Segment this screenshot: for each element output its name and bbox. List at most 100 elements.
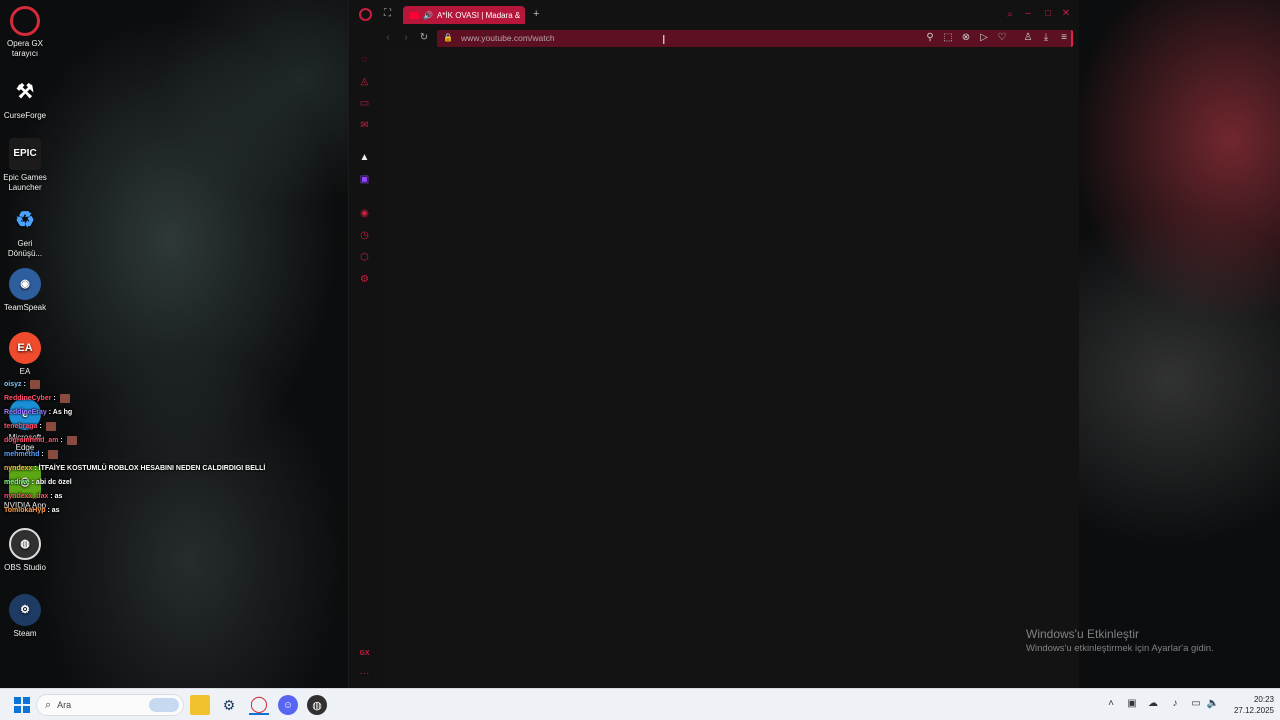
chat-separator: : <box>37 423 44 430</box>
chat-separator: : <box>51 395 58 402</box>
watermark-title: Windows'u Etkinleştir <box>1026 627 1139 641</box>
obs-desktop-icon[interactable]: ◍ OBS Studio <box>0 528 50 573</box>
chat-message: nyndexx_dax : as <box>4 490 304 504</box>
chat-username: mediwe <box>4 479 30 486</box>
opera-gx-desktop-icon[interactable]: Opera GX tarayıcı <box>0 6 50 59</box>
chat-message: dogramhmd_am : <box>4 434 304 448</box>
adblock-icon[interactable]: ⊗ <box>959 32 973 44</box>
close-icon[interactable]: ✕ <box>1059 8 1073 20</box>
extensions-icon[interactable]: ⬡ <box>359 252 370 263</box>
obs-icon: ◍ <box>9 528 41 560</box>
tab-bar: ⛶ 🔊 A*İK OVASI | Madara & + ⌕ – □ ✕ <box>349 0 1079 28</box>
minimize-icon[interactable]: – <box>1021 8 1035 20</box>
settings-icon[interactable]: ⚙ <box>359 274 370 285</box>
history-icon[interactable]: ◷ <box>359 230 370 241</box>
curseforge-icon: ⚒ <box>16 81 34 103</box>
gx-corner-icon[interactable]: ◬ <box>359 76 370 87</box>
file-explorer-icon[interactable] <box>190 695 210 715</box>
discord-taskbar-icon[interactable]: ☺ <box>278 695 298 715</box>
chat-message: mehmethd : <box>4 448 304 462</box>
curseforge-desktop-icon[interactable]: ⚒ CurseForge <box>0 76 50 121</box>
emote-icon <box>66 435 77 445</box>
chat-username: oisyz <box>4 381 22 388</box>
new-tab-icon[interactable]: + <box>533 8 539 20</box>
teamspeak-desktop-icon[interactable]: ◉ TeamSpeak <box>0 268 50 313</box>
steam-taskbar-icon[interactable]: ⚙ <box>219 695 239 715</box>
desktop-icon-label: Epic Games Launcher <box>3 173 47 192</box>
chat-username: ReddineEray <box>4 409 47 416</box>
forward-icon[interactable]: › <box>399 32 413 44</box>
player-sidebar-icon[interactable]: ◉ <box>359 208 370 219</box>
search-icon[interactable]: ⌕ <box>1003 9 1017 21</box>
desktop-icon-label: CurseForge <box>3 111 47 120</box>
bookmark-heart-icon[interactable]: ♡ <box>995 32 1009 44</box>
chat-username: TomiokaHyp <box>4 507 46 514</box>
more-icon[interactable]: ··· <box>359 668 370 679</box>
chat-username: nyndexx_dax <box>4 493 49 500</box>
tray-cloud-icon[interactable]: ☁ <box>1146 698 1160 709</box>
volume-icon[interactable]: 🔈 <box>1206 698 1220 709</box>
gmail-icon[interactable]: ✉ <box>359 120 370 131</box>
chat-username: tenebraga <box>4 423 38 430</box>
obs-taskbar-icon[interactable]: ◍ <box>307 695 327 715</box>
ea-icon: EA <box>9 332 41 364</box>
epic-games-icon: EPIC <box>9 138 41 170</box>
chat-message: tenebraga : <box>4 420 304 434</box>
chat-separator: : <box>58 437 65 444</box>
search-highlight-icon <box>149 698 179 712</box>
back-icon[interactable]: ‹ <box>381 32 395 44</box>
gx-control-icon[interactable]: ◌ <box>359 54 370 65</box>
snapshot-icon[interactable]: ⬚ <box>941 32 955 44</box>
url-text: www.youtube.com/watch <box>461 33 555 43</box>
chat-separator: : <box>21 381 28 388</box>
chat-text: as <box>51 507 60 514</box>
watermark-subtitle: Windows'u etkinleştirmek için Ayarlar'a … <box>1026 643 1214 654</box>
tray-app-icon[interactable]: ▣ <box>1125 698 1139 709</box>
chat-text: abi dc özel <box>35 479 72 486</box>
tab-active[interactable]: 🔊 A*İK OVASI | Madara & <box>403 6 525 24</box>
desktop-icon-label: Opera GX tarayıcı <box>6 39 43 58</box>
epic-games-desktop-icon[interactable]: EPIC Epic Games Launcher <box>0 138 50 193</box>
desktop-icon-label: Geri Dönüşü... <box>7 239 43 258</box>
steam-icon: ⚙ <box>9 594 41 626</box>
system-clock[interactable]: 20:23 27.12.2025 <box>1234 694 1274 716</box>
ea-desktop-icon[interactable]: EA EA <box>0 332 50 377</box>
start-button[interactable] <box>12 695 32 715</box>
chat-separator: : <box>39 451 46 458</box>
opera-gx-menu-icon[interactable] <box>359 8 372 21</box>
page-content[interactable] <box>379 48 1079 688</box>
clock-date: 27.12.2025 <box>1233 706 1274 715</box>
messenger-icon[interactable]: ▭ <box>359 98 370 109</box>
recycle-bin-desktop-icon[interactable]: ♻ Geri Dönüşü... <box>0 204 50 259</box>
download-icon[interactable]: ⤓ <box>1039 32 1053 44</box>
easy-setup-icon[interactable]: ≡ <box>1057 32 1071 44</box>
address-bar[interactable]: 🔒 www.youtube.com/watch ⚲ ⬚ ⊗ ▷ ♡ ♙ ⤓ ≡ <box>437 30 1073 47</box>
emote-icon <box>59 393 70 403</box>
recycle-bin-icon: ♻ <box>15 207 35 232</box>
audio-icon: 🔊 <box>423 10 433 20</box>
maximize-icon[interactable]: □ <box>1041 8 1055 20</box>
network-icon[interactable]: ▭ <box>1189 698 1203 709</box>
profile-icon[interactable]: ♙ <box>1021 32 1035 44</box>
twitch-icon[interactable]: ▣ <box>359 174 370 185</box>
reload-icon[interactable]: ↻ <box>417 32 431 44</box>
tab-menu-icon[interactable]: ⛶ <box>384 8 391 19</box>
taskbar-search[interactable]: ⌕ Ara <box>36 694 184 716</box>
steam-desktop-icon[interactable]: ⚙ Steam <box>0 594 50 639</box>
chat-message: oisyz : <box>4 378 304 392</box>
desktop-icon-label: EA <box>19 367 31 376</box>
taskbar: ⌕ Ara ⚙ ◯ ☺ ◍ ˄ ▣ ☁ ♪ ▭ 🔈 20:23 27.12.20… <box>0 688 1280 720</box>
microphone-icon[interactable]: ♪ <box>1168 698 1182 709</box>
aria-icon[interactable]: ▲ <box>359 152 370 163</box>
tray-expand-icon[interactable]: ˄ <box>1104 698 1118 709</box>
teamspeak-icon: ◉ <box>9 268 41 300</box>
windows-icon <box>14 697 30 713</box>
player-icon[interactable]: ▷ <box>977 32 991 44</box>
address-row: ‹ › ↻ 🔒 www.youtube.com/watch ⚲ ⬚ ⊗ ▷ ♡ … <box>349 28 1079 48</box>
browser-window: ⛶ 🔊 A*İK OVASI | Madara & + ⌕ – □ ✕ ‹ › … <box>348 0 1079 688</box>
gx-logo-icon[interactable]: GX <box>359 648 370 659</box>
opera-gx-taskbar-icon[interactable]: ◯ <box>249 695 269 715</box>
pin-icon[interactable]: ⚲ <box>923 32 937 44</box>
chat-message: nyndexx : İTFAİYE KOSTUMLÜ ROBLOX HESABI… <box>4 462 304 476</box>
chat-username: dogramhmd_am <box>4 437 59 444</box>
